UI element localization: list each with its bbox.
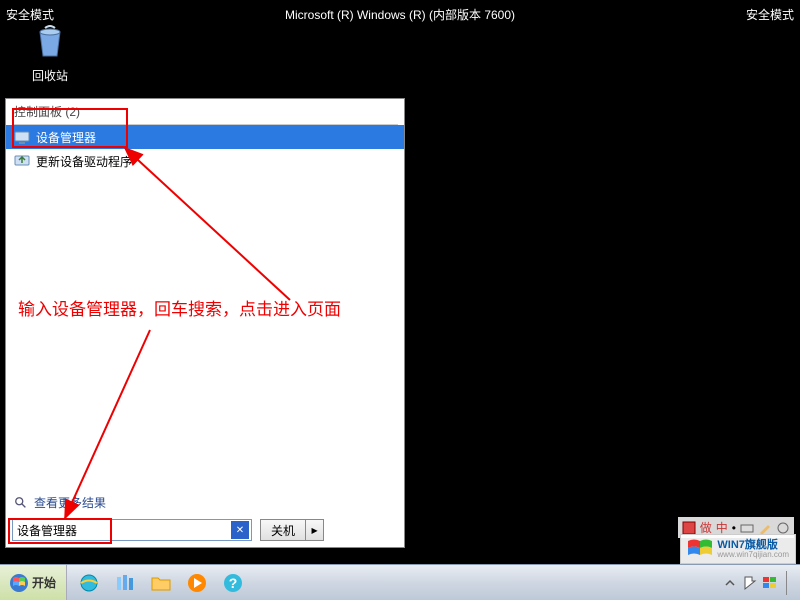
shutdown-button[interactable]: 关机 (260, 519, 306, 541)
taskbar-library[interactable] (109, 569, 141, 597)
taskbar-explorer[interactable] (145, 569, 177, 597)
start-button-label: 开始 (32, 574, 56, 591)
search-result-update-driver[interactable]: 更新设备驱动程序 (6, 149, 404, 173)
search-section-header: 控制面板 (2) (6, 99, 404, 124)
search-input[interactable] (13, 520, 229, 540)
taskbar: 开始 (0, 564, 800, 600)
windows-flag-tray-icon[interactable] (762, 575, 778, 591)
close-icon: ✕ (236, 525, 244, 536)
search-result-label: 更新设备驱动程序 (36, 153, 132, 170)
search-row: ✕ 关机 ▶ (12, 517, 398, 543)
recycle-bin-icon (30, 20, 70, 60)
see-more-label: 查看更多结果 (34, 494, 106, 511)
search-result-label: 设备管理器 (36, 129, 96, 146)
taskbar-media-player[interactable] (181, 569, 213, 597)
search-icon (14, 496, 28, 510)
recycle-bin-label: 回收站 (20, 67, 80, 84)
search-box[interactable]: ✕ (12, 519, 252, 541)
settings-icon[interactable] (776, 521, 790, 535)
media-player-icon (186, 572, 208, 594)
keyboard-icon[interactable] (740, 521, 754, 535)
internet-explorer-icon (78, 572, 100, 594)
show-desktop-button[interactable] (786, 571, 792, 595)
svg-text:?: ? (229, 575, 238, 591)
windows-version-label: Microsoft (R) Windows (R) (内部版本 7600) (285, 6, 515, 23)
shutdown-options-button[interactable]: ▶ (306, 519, 324, 541)
clear-search-button[interactable]: ✕ (231, 521, 249, 539)
system-tray (722, 565, 800, 600)
shutdown-group: 关机 ▶ (260, 519, 324, 541)
see-more-results[interactable]: 查看更多结果 (14, 494, 106, 511)
windows-flag-icon (687, 538, 713, 560)
action-center-icon[interactable] (742, 575, 758, 591)
recycle-bin[interactable]: 回收站 (20, 20, 80, 84)
start-button[interactable]: 开始 (0, 565, 67, 600)
windows-orb-icon (10, 574, 28, 592)
search-result-device-manager[interactable]: 设备管理器 (6, 125, 404, 149)
watermark-title: WIN7旗舰版 (717, 539, 789, 551)
taskbar-ie[interactable] (73, 569, 105, 597)
library-icon (114, 572, 136, 594)
search-results-list: 设备管理器 更新设备驱动程序 (6, 125, 404, 173)
watermark: WIN7旗舰版 www.win7qijian.com (680, 534, 796, 564)
pen-icon[interactable] (758, 521, 772, 535)
watermark-url: www.win7qijian.com (717, 551, 789, 560)
folder-icon (150, 572, 172, 594)
taskbar-pinned-apps: ? (67, 569, 255, 597)
start-menu-search-panel: 控制面板 (2) 设备管理器 更新设备驱动程序 查看更多结果 (5, 98, 405, 548)
annotation-text: 输入设备管理器，回车搜索，点击进入页面 (18, 300, 398, 320)
safe-mode-label-right: 安全模式 (746, 6, 794, 23)
ime-icon[interactable] (682, 521, 696, 535)
ime-char: • (732, 521, 736, 535)
chevron-right-icon: ▶ (311, 526, 317, 535)
device-manager-icon (14, 129, 30, 145)
taskbar-help[interactable]: ? (217, 569, 249, 597)
tray-expand-icon[interactable] (722, 575, 738, 591)
driver-update-icon (14, 153, 30, 169)
help-icon: ? (222, 572, 244, 594)
